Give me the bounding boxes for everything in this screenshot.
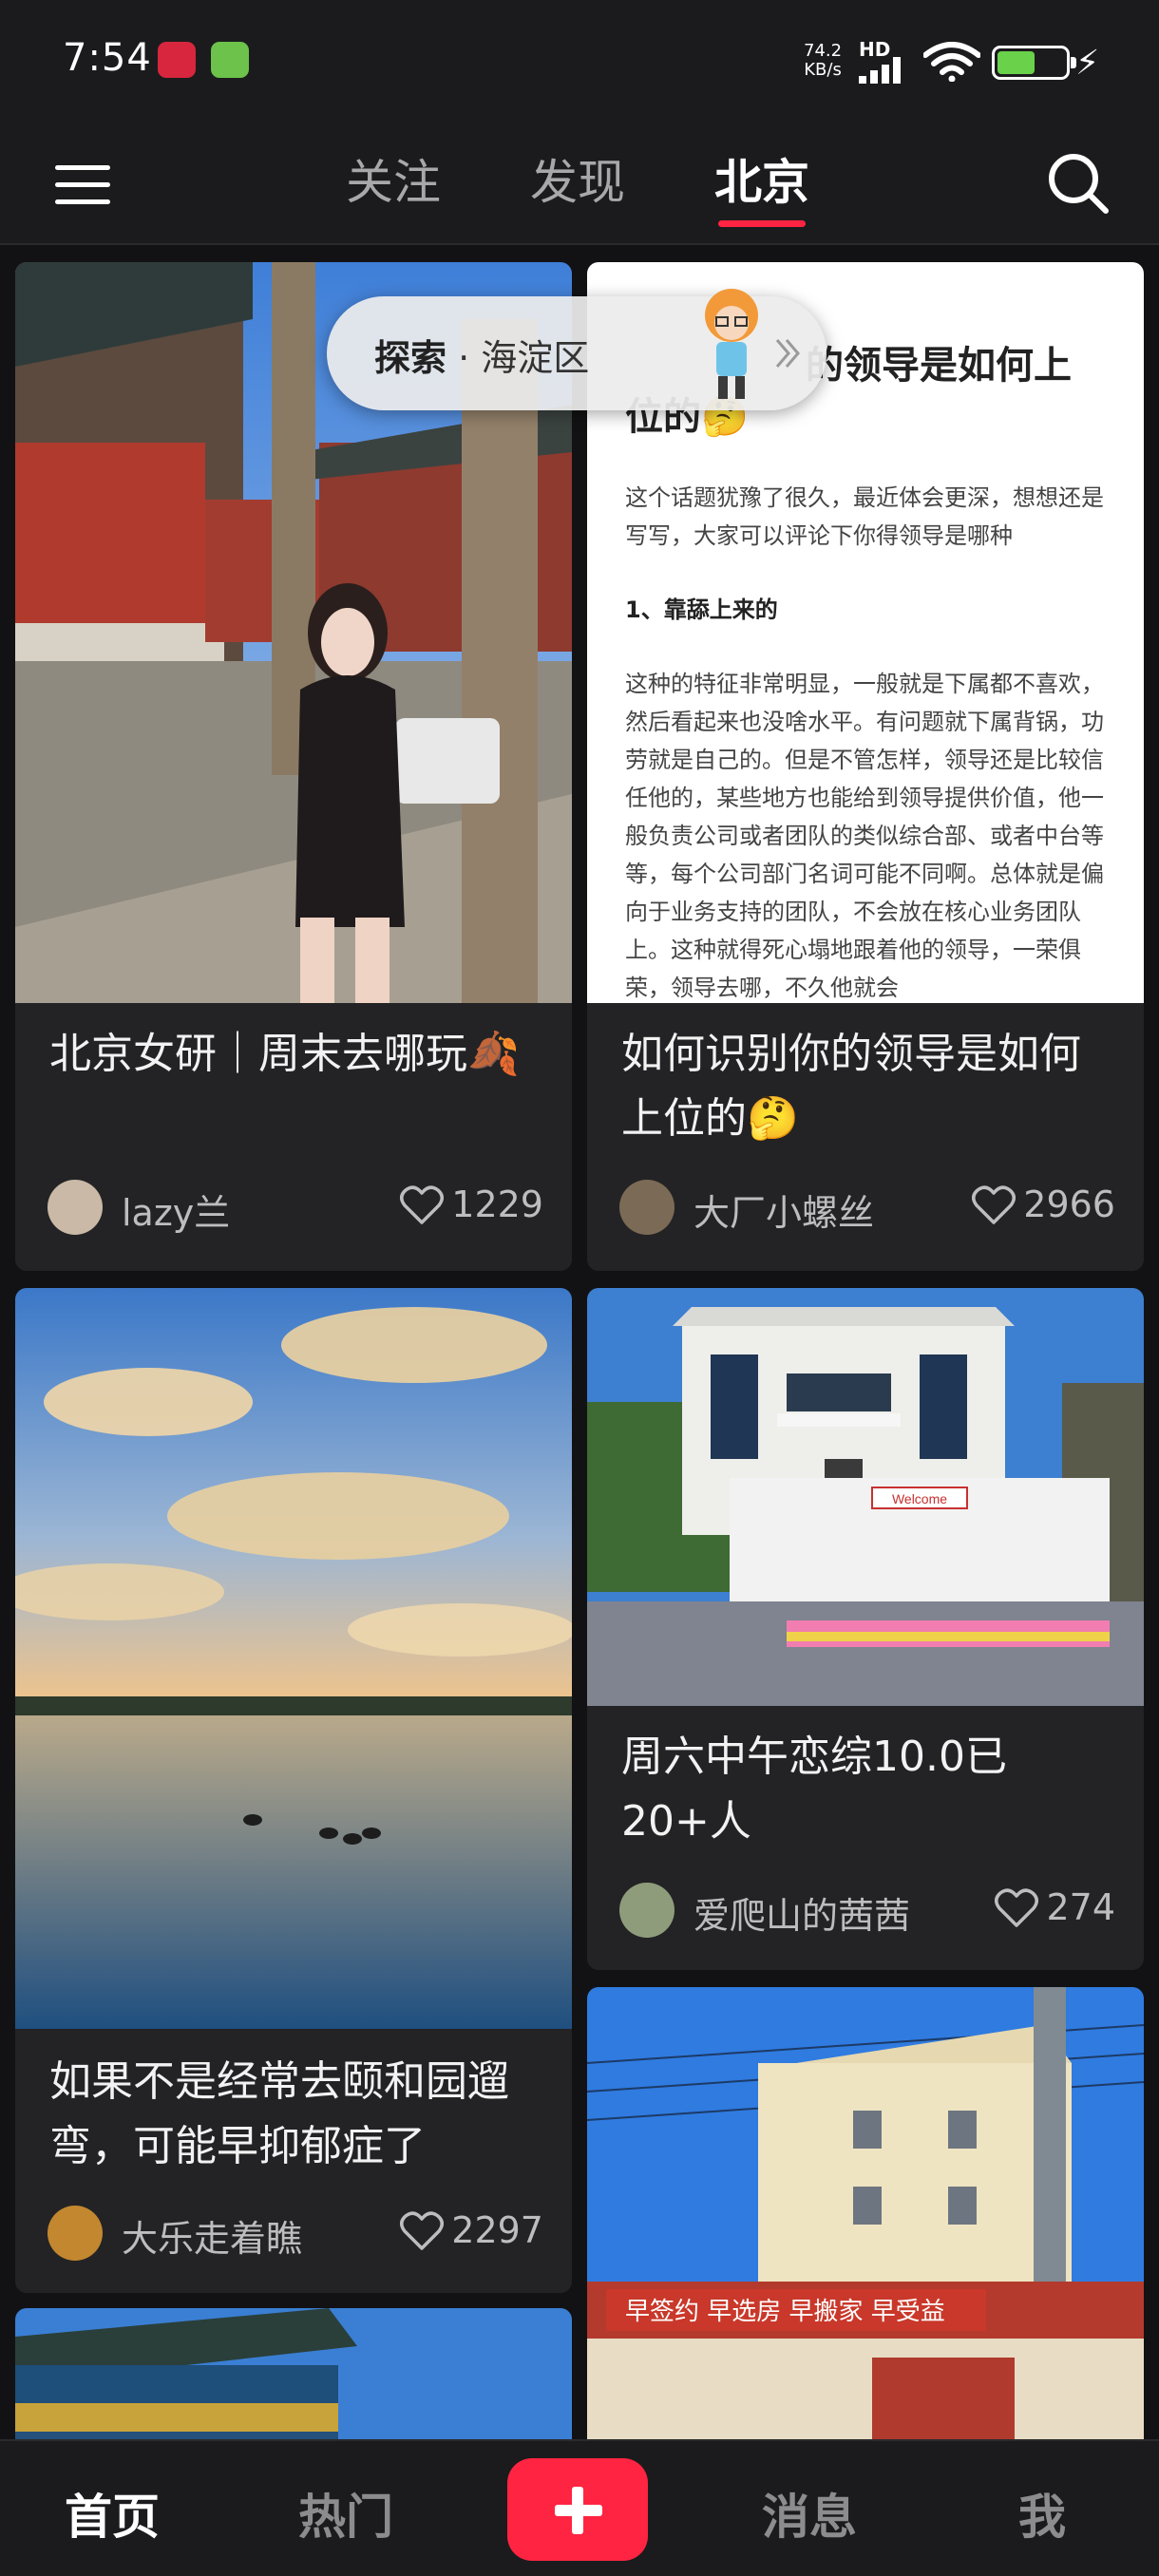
menu-icon[interactable]	[55, 156, 112, 213]
author-avatar[interactable]	[619, 1883, 674, 1938]
card-title: 北京女研｜周末去哪玩🍂	[49, 1030, 520, 1078]
top-nav: 关注 发现 北京	[0, 123, 1159, 245]
nav-me[interactable]: 我	[1018, 2479, 1066, 2548]
status-time: 7:54	[63, 36, 152, 80]
feed-card[interactable]: 北京女研｜周末去哪玩🍂 lazy兰 1229	[15, 262, 572, 1271]
lake-photo	[15, 1288, 572, 2029]
feed-card[interactable]: 的领导是如何上 位的🤔 这个话题犹豫了很久，最近体会更深，想想还是写写，大家可以…	[587, 262, 1144, 1271]
doc-paragraph: 这个话题犹豫了很久，最近体会更深，想想还是写写，大家可以评论下你得领导是哪种	[625, 484, 1104, 549]
like-button[interactable]: 2297	[400, 2209, 543, 2251]
signal-icon	[859, 57, 901, 84]
battery-level	[998, 51, 1035, 74]
author-avatar[interactable]	[48, 1180, 103, 1235]
nav-hot[interactable]: 热门	[298, 2479, 393, 2548]
author-name[interactable]: 爱爬山的茜茜	[694, 1886, 910, 1939]
author-name[interactable]: lazy兰	[122, 1184, 230, 1236]
feed-card[interactable]: Welcome 周六中午恋综10.0已20+人 爱爬山的茜茜 274	[587, 1288, 1144, 1970]
card-cover-image: 早签约 早选房 早搬家 早受益	[587, 1987, 1144, 2481]
location-explore-pill[interactable]: 探索 · 海淀区	[327, 289, 826, 410]
network-speed: 74.2 KB/s	[804, 41, 843, 80]
heart-icon	[995, 1888, 1039, 1927]
doc-headline: 的领导是如何上	[806, 344, 1072, 388]
search-icon[interactable]	[1045, 150, 1112, 217]
like-button[interactable]: 2966	[972, 1184, 1115, 1225]
card-title: 如果不是经常去颐和园遛弯，可能早抑郁症了	[49, 2057, 509, 2170]
like-count: 2966	[1023, 1184, 1115, 1225]
card-cover-image: Welcome	[587, 1288, 1144, 1706]
like-count: 2297	[451, 2209, 543, 2251]
app-screen: 7:54 74.2 KB/s HD ⚡ 关注 发现 北京 北京女研｜周末去哪玩🍂…	[0, 0, 1159, 2576]
create-post-button[interactable]	[507, 2458, 648, 2561]
wifi-icon	[923, 42, 980, 82]
author-avatar[interactable]	[619, 1180, 674, 1235]
active-tab-indicator	[718, 220, 806, 227]
tab-discover[interactable]: 发现	[530, 144, 625, 213]
card-title: 如何识别你的领导是如何上位的🤔	[621, 1030, 1081, 1143]
card-title: 周六中午恋综10.0已20+人	[621, 1733, 1007, 1846]
notification-app-icon	[211, 42, 249, 78]
charging-icon: ⚡	[1075, 44, 1100, 83]
author-avatar[interactable]	[48, 2206, 103, 2261]
like-button[interactable]: 1229	[400, 1184, 543, 1225]
status-bar: 7:54 74.2 KB/s HD ⚡	[0, 0, 1159, 123]
chevron-right-icon	[775, 339, 800, 368]
house-photo: Welcome	[587, 1288, 1144, 1706]
tab-beijing[interactable]: 北京	[714, 144, 809, 213]
heart-icon	[972, 1185, 1016, 1224]
notification-app-icon	[158, 42, 196, 78]
like-count: 1229	[451, 1184, 543, 1225]
feed-card[interactable]: 如果不是经常去颐和园遛弯，可能早抑郁症了 大乐走着瞧 2297	[15, 1288, 572, 2293]
heart-icon	[400, 2211, 445, 2250]
feed-card[interactable]: 早签约 早选房 早搬家 早受益	[587, 1987, 1144, 2481]
like-count: 274	[1046, 1886, 1115, 1928]
like-button[interactable]: 274	[995, 1886, 1115, 1928]
tab-follow[interactable]: 关注	[346, 144, 441, 213]
nav-messages[interactable]: 消息	[762, 2479, 857, 2548]
explore-label: 探索	[374, 337, 447, 379]
nav-home[interactable]: 首页	[65, 2479, 160, 2548]
doc-heading: 1、靠舔上来的	[625, 597, 778, 623]
welcome-sign: Welcome	[892, 1491, 947, 1506]
card-cover-image	[15, 1288, 572, 2029]
heart-icon	[400, 1185, 445, 1224]
mascot-icon	[705, 289, 758, 399]
author-name[interactable]: 大乐走着瞧	[122, 2209, 302, 2262]
bottom-nav: 首页 热门 消息 我	[0, 2439, 1159, 2576]
district-label: 海淀区	[481, 337, 590, 379]
author-name[interactable]: 大厂小螺丝	[694, 1184, 874, 1236]
doc-paragraph: 这种的特征非常明显，一般就是下属都不喜欢，然后看起来也没啥水平。有问题就下属背锅…	[625, 671, 1104, 1001]
building-photo: 早签约 早选房 早搬家 早受益	[587, 1987, 1144, 2481]
battery-icon	[992, 46, 1076, 80]
banner-text: 早签约 早选房 早搬家 早受益	[625, 2298, 945, 2326]
